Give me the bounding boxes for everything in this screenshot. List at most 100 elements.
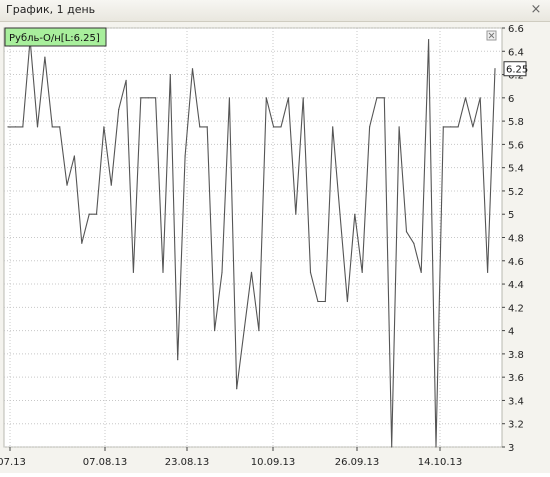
close-icon[interactable]: × (529, 2, 543, 17)
x-tick-label: 07.08.13 (83, 457, 128, 468)
data-point (383, 97, 385, 99)
data-point (280, 126, 282, 128)
data-point (479, 97, 481, 99)
data-point (184, 155, 186, 157)
window-title: График, 1 день (6, 3, 96, 16)
data-point (376, 97, 378, 99)
x-tick-label: 14.10.13 (418, 457, 463, 468)
y-tick-label: 4.4 (508, 280, 524, 291)
data-point (162, 271, 164, 273)
data-point (487, 271, 489, 273)
data-point (346, 300, 348, 303)
data-point (361, 271, 363, 273)
y-tick-label: 3 (508, 443, 514, 454)
data-point (177, 359, 179, 361)
data-point (22, 126, 24, 128)
data-point (88, 213, 90, 215)
data-point (169, 74, 171, 76)
chart-window: График, 1 день × 3 3.2 3.4 3.6 3.8 4 4.2 4.4 4.6… (0, 0, 550, 473)
y-tick-label: 3.6 (508, 373, 524, 384)
data-point (44, 56, 46, 58)
x-axis: .07.13 07.08.13 23.08.13 10.09.13 26.09.13 14… (0, 447, 462, 468)
data-point (236, 388, 238, 390)
data-point (450, 126, 452, 128)
data-point (118, 108, 120, 111)
data-point (228, 97, 230, 99)
data-point (464, 97, 467, 99)
y-tick-label: 6 (508, 94, 514, 105)
data-point (66, 184, 68, 186)
y-tick-label: 4.8 (508, 234, 524, 245)
data-point (472, 126, 474, 128)
data-point (73, 155, 75, 157)
data-point (391, 446, 393, 448)
data-point (243, 330, 245, 332)
y-tick-label: 3.8 (508, 350, 524, 361)
y-tick-label: 5.8 (508, 117, 524, 128)
x-tick-label: 23.08.13 (165, 457, 210, 468)
data-point (442, 126, 444, 128)
data-point (95, 213, 98, 215)
data-point (81, 242, 83, 244)
panel-close-icon[interactable] (486, 30, 497, 41)
data-point (125, 79, 127, 81)
data-point (302, 97, 304, 99)
title-bar[interactable]: График, 1 день × (0, 0, 550, 22)
data-point (250, 271, 253, 273)
legend: Рубль-О/н[L:6.25] (4, 27, 107, 47)
data-point (494, 68, 496, 70)
data-point (110, 184, 112, 186)
y-tick-label: 5 (508, 210, 514, 221)
data-point (273, 126, 275, 128)
y-tick-label: 4.6 (508, 257, 524, 268)
data-point (369, 126, 371, 128)
data-point (155, 97, 157, 99)
data-point (7, 126, 9, 128)
x-tick-label: 10.09.13 (251, 457, 296, 468)
data-point (428, 39, 430, 41)
last-value-marker: 6.25 (503, 61, 528, 77)
legend-label: Рубль-О/н[L:6.25] (9, 33, 100, 44)
data-point (420, 271, 422, 273)
y-tick-label: 5.2 (508, 187, 524, 198)
chart-area: 3 3.2 3.4 3.6 3.8 4 4.2 4.4 4.6 4.8 5 5.2 5.4 5.6 5.8 6… (0, 22, 550, 473)
data-point (457, 126, 459, 128)
last-value-label: 6.25 (506, 65, 528, 76)
data-point (332, 126, 334, 128)
data-point (317, 300, 319, 303)
y-tick-label: 5.6 (508, 140, 524, 151)
data-point (59, 126, 61, 128)
data-point (324, 300, 326, 303)
data-point (51, 126, 53, 128)
y-tick-label: 3.4 (508, 396, 524, 407)
data-point (295, 213, 297, 215)
data-point (287, 97, 289, 99)
x-tick-label: 26.09.13 (335, 457, 380, 468)
data-point (14, 126, 16, 128)
data-point (398, 126, 400, 128)
data-point (405, 231, 408, 233)
data-point (191, 68, 194, 70)
y-axis: 3 3.2 3.4 3.6 3.8 4 4.2 4.4 4.6 4.8 5 5.2 5.4 5.6 5.8 6… (502, 24, 524, 454)
data-point (103, 126, 105, 128)
data-point (147, 97, 149, 99)
data-point (36, 126, 39, 128)
y-tick-label: 4.2 (508, 303, 524, 314)
data-point (221, 271, 223, 273)
data-point (132, 271, 134, 273)
x-tick-label: .07.13 (0, 457, 26, 468)
data-point (206, 126, 208, 128)
data-point (309, 271, 312, 273)
line-chart: 3 3.2 3.4 3.6 3.8 4 4.2 4.4 4.6 4.8 5 5.2 5.4 5.6 5.8 6… (0, 24, 528, 468)
data-point (265, 97, 267, 99)
data-point (258, 330, 260, 332)
data-point (199, 126, 201, 128)
y-tick-label: 5.4 (508, 164, 524, 175)
data-point (339, 213, 341, 215)
data-point (435, 446, 437, 448)
data-point (140, 97, 142, 99)
y-tick-label: 4 (508, 327, 514, 338)
y-tick-label: 3.2 (508, 420, 524, 431)
y-tick-label: 6.4 (508, 47, 524, 58)
data-point (354, 213, 356, 215)
